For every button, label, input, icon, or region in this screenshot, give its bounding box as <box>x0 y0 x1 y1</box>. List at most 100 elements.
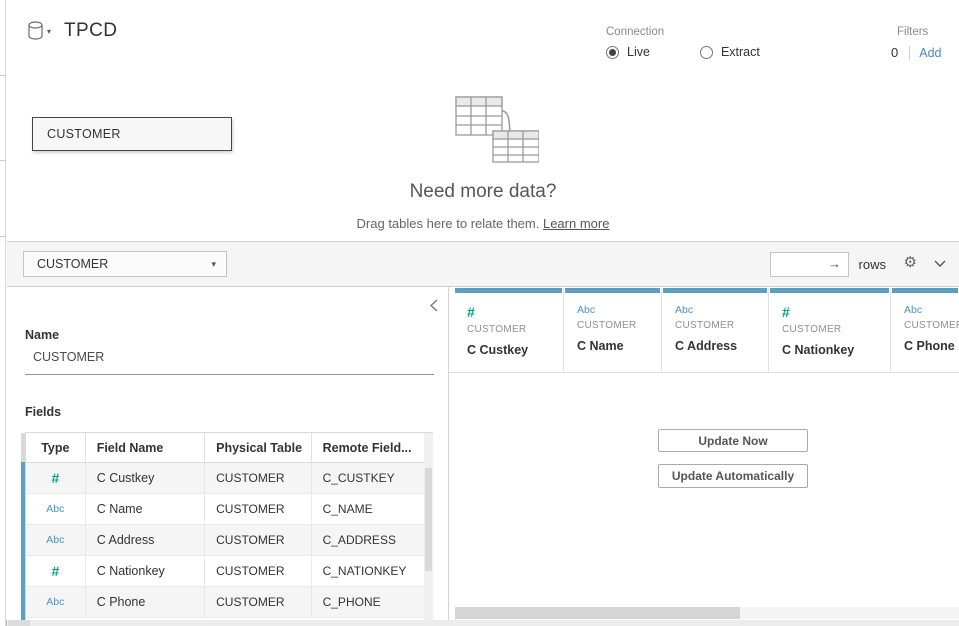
number-type-icon: # <box>51 470 59 486</box>
fields-label: Fields <box>25 405 61 419</box>
table-row[interactable]: Abc C Address CUSTOMER C_ADDRESS <box>26 525 432 556</box>
empty-state-text: Drag tables here to relate them. <box>357 216 543 231</box>
table-name-field[interactable]: CUSTOMER <box>33 350 104 364</box>
column-accent-bar <box>892 288 958 293</box>
string-type-icon: Abc <box>46 534 64 546</box>
remote-field-cell: C_NAME <box>312 494 432 524</box>
field-name-cell: C Nationkey <box>86 556 205 586</box>
col-header-physical-table[interactable]: Physical Table <box>205 433 311 462</box>
field-name-cell: C Custkey <box>86 463 205 493</box>
column-accent-bar <box>565 288 660 293</box>
update-now-button[interactable]: Update Now <box>658 429 808 452</box>
number-type-icon: # <box>467 304 563 320</box>
radio-live[interactable]: Live <box>606 45 650 59</box>
radio-extract-label: Extract <box>721 45 760 59</box>
database-caret-icon[interactable]: ▾ <box>47 27 51 36</box>
datasource-title: TPCD <box>64 20 117 42</box>
col-header-field-name[interactable]: Field Name <box>86 433 205 462</box>
physical-table-cell: CUSTOMER <box>205 556 311 586</box>
string-type-icon: Abc <box>46 503 64 515</box>
gear-icon[interactable]: ⚙ <box>904 255 917 270</box>
rail-divider <box>0 236 6 237</box>
empty-state-subtitle: Drag tables here to relate them. Learn m… <box>7 216 959 231</box>
physical-table-cell: CUSTOMER <box>205 494 311 524</box>
radio-live-label: Live <box>627 45 650 59</box>
grid-column-header[interactable]: Abc CUSTOMER C Name <box>565 288 662 372</box>
field-name-cell: C Phone <box>86 587 205 617</box>
update-automatically-button[interactable]: Update Automatically <box>658 464 808 488</box>
grid-column-header[interactable]: # CUSTOMER C Nationkey <box>770 288 891 372</box>
connection-block: Connection Live Extract <box>606 26 836 59</box>
database-icon[interactable] <box>27 21 44 41</box>
table-row[interactable]: Abc C Name CUSTOMER C_NAME <box>26 494 432 525</box>
column-accent-bar <box>455 288 562 293</box>
rows-input[interactable] <box>775 254 830 275</box>
bottom-corner-square <box>8 620 30 626</box>
field-name-cell: C Address <box>86 525 205 555</box>
column-field-label: C Nationkey <box>782 343 890 357</box>
name-label: Name <box>25 328 59 342</box>
fields-table-accent-selected <box>21 462 25 626</box>
number-type-icon: # <box>51 563 59 579</box>
chevron-down-icon[interactable] <box>934 260 946 268</box>
string-type-icon: Abc <box>577 304 661 316</box>
fields-table-header: Type Field Name Physical Table Remote Fi… <box>26 433 432 463</box>
column-accent-bar <box>770 288 889 293</box>
table-select-value: CUSTOMER <box>37 257 108 271</box>
radio-unselected-icon[interactable] <box>700 46 713 59</box>
left-collapsed-rail <box>0 0 6 626</box>
filters-separator <box>909 46 910 60</box>
canvas-empty-state: Need more data? Drag tables here to rela… <box>7 95 959 231</box>
name-field-underline <box>25 374 434 375</box>
column-table-label: CUSTOMER <box>782 324 890 335</box>
col-header-type[interactable]: Type <box>26 433 86 462</box>
column-field-label: C Phone <box>904 339 959 353</box>
fields-table-accent-header <box>21 433 25 462</box>
go-arrow-icon[interactable]: → <box>828 256 841 271</box>
grid-column-header[interactable]: Abc CUSTOMER C Address <box>663 288 769 372</box>
relationship-canvas: ▾ TPCD Connection Live Extract Filters 0… <box>7 0 959 241</box>
field-name-cell: C Name <box>86 494 205 524</box>
empty-state-title: Need more data? <box>7 181 959 203</box>
column-table-label: CUSTOMER <box>904 320 959 331</box>
remote-field-cell: C_PHONE <box>312 587 432 617</box>
col-header-remote-field[interactable]: Remote Field... <box>312 433 432 462</box>
datasource-header: ▾ TPCD <box>27 20 117 42</box>
rail-divider <box>0 75 6 76</box>
grid-hscrollbar-thumb[interactable] <box>455 607 740 619</box>
learn-more-link[interactable]: Learn more <box>543 216 609 231</box>
table-select-dropdown[interactable]: CUSTOMER ▾ <box>23 251 227 277</box>
bottom-edge-strip <box>0 620 959 626</box>
physical-table-cell: CUSTOMER <box>205 463 311 493</box>
remote-field-cell: C_CUSTKEY <box>312 463 432 493</box>
rail-divider <box>0 160 6 161</box>
radio-extract[interactable]: Extract <box>700 45 760 59</box>
fields-scrollbar-thumb[interactable] <box>425 468 432 571</box>
table-row[interactable]: # C Custkey CUSTOMER C_CUSTKEY <box>26 463 432 494</box>
radio-selected-icon[interactable] <box>606 46 619 59</box>
table-row[interactable]: # C Nationkey CUSTOMER C_NATIONKEY <box>26 556 432 587</box>
filters-count: 0 <box>891 45 898 60</box>
fields-table: Type Field Name Physical Table Remote Fi… <box>25 432 433 626</box>
dropdown-caret-icon: ▾ <box>211 259 216 270</box>
column-field-label: C Custkey <box>467 343 563 357</box>
collapse-panel-icon[interactable] <box>428 297 440 314</box>
grid-hscrollbar-track <box>455 607 959 619</box>
filters-block: Filters 0 Add <box>891 26 959 60</box>
table-row[interactable]: Abc C Phone CUSTOMER C_PHONE <box>26 587 432 618</box>
table-toolbar: CUSTOMER ▾ → rows ⚙ <box>7 241 959 287</box>
rows-label: rows <box>859 257 886 272</box>
column-field-label: C Address <box>675 339 768 353</box>
add-filter-link[interactable]: Add <box>919 46 941 60</box>
column-table-label: CUSTOMER <box>577 320 661 331</box>
grid-column-header[interactable]: Abc CUSTOMER C Phone <box>892 288 959 372</box>
string-type-icon: Abc <box>675 304 768 316</box>
string-type-icon: Abc <box>46 596 64 608</box>
grid-column-header[interactable]: # CUSTOMER C Custkey <box>455 288 564 372</box>
number-type-icon: # <box>782 304 890 320</box>
column-table-label: CUSTOMER <box>467 324 563 335</box>
fields-scrollbar-track <box>424 433 433 626</box>
string-type-icon: Abc <box>904 304 959 316</box>
relate-tables-icon <box>427 95 539 165</box>
column-accent-bar <box>663 288 767 293</box>
